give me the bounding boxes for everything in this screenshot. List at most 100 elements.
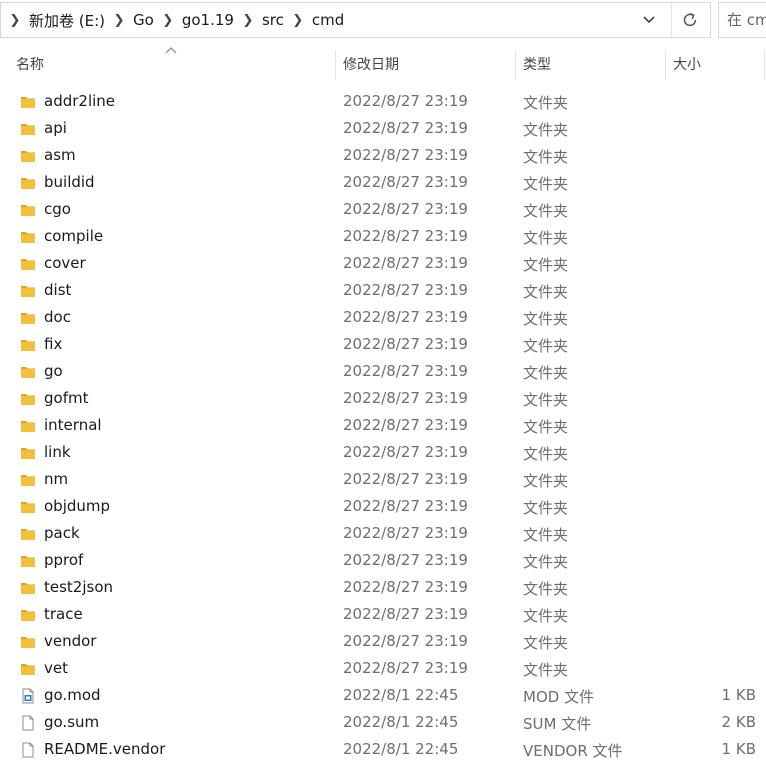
file-modified-date: 2022/8/27 23:19 bbox=[343, 146, 468, 164]
file-type: 文件夹 bbox=[523, 283, 569, 301]
file-row[interactable]: nm 2022/8/27 23:19 文件夹 bbox=[0, 466, 766, 493]
file-name[interactable]: addr2line bbox=[44, 92, 115, 110]
file-name[interactable]: go.mod bbox=[44, 686, 101, 704]
file-type: 文件夹 bbox=[523, 499, 569, 517]
file-name[interactable]: cover bbox=[44, 254, 86, 272]
file-name[interactable]: buildid bbox=[44, 173, 95, 191]
chevron-right-icon[interactable]: ❯ bbox=[109, 13, 129, 28]
file-name[interactable]: internal bbox=[44, 416, 102, 434]
folder-icon bbox=[21, 556, 35, 567]
file-row[interactable]: trace 2022/8/27 23:19 文件夹 bbox=[0, 601, 766, 628]
folder-icon bbox=[21, 367, 35, 378]
file-row[interactable]: asm 2022/8/27 23:19 文件夹 bbox=[0, 142, 766, 169]
breadcrumb-go119[interactable]: go1.19 bbox=[178, 11, 238, 29]
column-size[interactable]: 大小 bbox=[665, 44, 766, 84]
file-row[interactable]: cover 2022/8/27 23:19 文件夹 bbox=[0, 250, 766, 277]
file-row[interactable]: vet 2022/8/27 23:19 文件夹 bbox=[0, 655, 766, 682]
chevron-down-icon bbox=[643, 16, 655, 24]
file-modified-date: 2022/8/27 23:19 bbox=[343, 200, 468, 218]
folder-icon bbox=[21, 610, 35, 621]
file-modified-date: 2022/8/27 23:19 bbox=[343, 497, 468, 515]
file-name[interactable]: nm bbox=[44, 470, 68, 488]
file-row[interactable]: fix 2022/8/27 23:19 文件夹 bbox=[0, 331, 766, 358]
refresh-button[interactable] bbox=[671, 3, 708, 37]
file-name[interactable]: trace bbox=[44, 605, 83, 623]
file-name[interactable]: vet bbox=[44, 659, 68, 677]
column-name[interactable]: 名称 bbox=[8, 44, 335, 84]
file-row[interactable]: vendor 2022/8/27 23:19 文件夹 bbox=[0, 628, 766, 655]
file-row[interactable]: go 2022/8/27 23:19 文件夹 bbox=[0, 358, 766, 385]
file-row[interactable]: gofmt 2022/8/27 23:19 文件夹 bbox=[0, 385, 766, 412]
breadcrumb-src[interactable]: src bbox=[258, 11, 288, 29]
file-row[interactable]: pprof 2022/8/27 23:19 文件夹 bbox=[0, 547, 766, 574]
file-name[interactable]: cgo bbox=[44, 200, 71, 218]
file-name[interactable]: README.vendor bbox=[44, 740, 165, 758]
file-name[interactable]: asm bbox=[44, 146, 76, 164]
file-row[interactable]: go.sum 2022/8/1 22:45 SUM 文件 2 KB bbox=[0, 709, 766, 736]
file-name[interactable]: fix bbox=[44, 335, 62, 353]
file-row[interactable]: buildid 2022/8/27 23:19 文件夹 bbox=[0, 169, 766, 196]
file-name[interactable]: test2json bbox=[44, 578, 113, 596]
chevron-right-icon[interactable]: ❯ bbox=[238, 13, 258, 28]
column-type[interactable]: 类型 bbox=[515, 44, 665, 84]
file-row[interactable]: compile 2022/8/27 23:19 文件夹 bbox=[0, 223, 766, 250]
file-modified-date: 2022/8/27 23:19 bbox=[343, 119, 468, 137]
file-type: 文件夹 bbox=[523, 148, 569, 166]
file-type: 文件夹 bbox=[523, 445, 569, 463]
file-name[interactable]: link bbox=[44, 443, 71, 461]
chevron-right-icon[interactable]: ❯ bbox=[288, 13, 308, 28]
file-name[interactable]: vendor bbox=[44, 632, 96, 650]
breadcrumb-go[interactable]: Go bbox=[129, 11, 158, 29]
address-history-dropdown[interactable] bbox=[637, 3, 661, 37]
address-bar[interactable]: ❯ 新加卷 (E:) ❯ Go ❯ go1.19 ❯ src ❯ cmd bbox=[0, 2, 711, 38]
chevron-right-icon[interactable]: ❯ bbox=[5, 13, 25, 28]
folder-icon bbox=[21, 421, 35, 432]
folder-icon bbox=[21, 394, 35, 405]
file-type: 文件夹 bbox=[523, 391, 569, 409]
file-modified-date: 2022/8/27 23:19 bbox=[343, 281, 468, 299]
folder-icon bbox=[21, 313, 35, 324]
file-modified-date: 2022/8/27 23:19 bbox=[343, 551, 468, 569]
folder-icon bbox=[21, 97, 35, 108]
file-row[interactable]: cgo 2022/8/27 23:19 文件夹 bbox=[0, 196, 766, 223]
file-name[interactable]: go.sum bbox=[44, 713, 99, 731]
file-row[interactable]: pack 2022/8/27 23:19 文件夹 bbox=[0, 520, 766, 547]
breadcrumb-cmd[interactable]: cmd bbox=[308, 11, 348, 29]
file-modified-date: 2022/8/27 23:19 bbox=[343, 335, 468, 353]
search-input[interactable] bbox=[719, 3, 766, 37]
breadcrumb: ❯ 新加卷 (E:) ❯ Go ❯ go1.19 ❯ src ❯ cmd bbox=[5, 3, 348, 37]
search-box[interactable] bbox=[718, 2, 766, 38]
file-name[interactable]: objdump bbox=[44, 497, 110, 515]
file-row[interactable]: dist 2022/8/27 23:19 文件夹 bbox=[0, 277, 766, 304]
file-modified-date: 2022/8/27 23:19 bbox=[343, 578, 468, 596]
file-type: 文件夹 bbox=[523, 337, 569, 355]
file-type: 文件夹 bbox=[523, 364, 569, 382]
file-modified-date: 2022/8/27 23:19 bbox=[343, 362, 468, 380]
file-row[interactable]: doc 2022/8/27 23:19 文件夹 bbox=[0, 304, 766, 331]
file-row[interactable]: go.mod 2022/8/1 22:45 MOD 文件 1 KB bbox=[0, 682, 766, 709]
file-row[interactable]: api 2022/8/27 23:19 文件夹 bbox=[0, 115, 766, 142]
breadcrumb-drive[interactable]: 新加卷 (E:) bbox=[25, 10, 109, 31]
folder-icon bbox=[21, 178, 35, 189]
folder-icon bbox=[21, 259, 35, 270]
file-name[interactable]: gofmt bbox=[44, 389, 88, 407]
chevron-right-icon[interactable]: ❯ bbox=[158, 13, 178, 28]
file-row[interactable]: test2json 2022/8/27 23:19 文件夹 bbox=[0, 574, 766, 601]
file-row[interactable]: objdump 2022/8/27 23:19 文件夹 bbox=[0, 493, 766, 520]
file-row[interactable]: internal 2022/8/27 23:19 文件夹 bbox=[0, 412, 766, 439]
file-row[interactable]: addr2line 2022/8/27 23:19 文件夹 bbox=[0, 88, 766, 115]
file-row[interactable]: link 2022/8/27 23:19 文件夹 bbox=[0, 439, 766, 466]
file-name[interactable]: compile bbox=[44, 227, 103, 245]
file-row[interactable]: README.vendor 2022/8/1 22:45 VENDOR 文件 1 KB bbox=[0, 736, 766, 763]
file-modified-date: 2022/8/1 22:45 bbox=[343, 686, 459, 704]
file-name[interactable]: go bbox=[44, 362, 63, 380]
column-divider[interactable] bbox=[764, 50, 765, 80]
file-name[interactable]: dist bbox=[44, 281, 71, 299]
file-name[interactable]: pprof bbox=[44, 551, 83, 569]
file-name[interactable]: api bbox=[44, 119, 67, 137]
folder-icon bbox=[21, 448, 35, 459]
column-date[interactable]: 修改日期 bbox=[335, 44, 515, 84]
file-modified-date: 2022/8/27 23:19 bbox=[343, 524, 468, 542]
file-name[interactable]: pack bbox=[44, 524, 80, 542]
file-name[interactable]: doc bbox=[44, 308, 71, 326]
